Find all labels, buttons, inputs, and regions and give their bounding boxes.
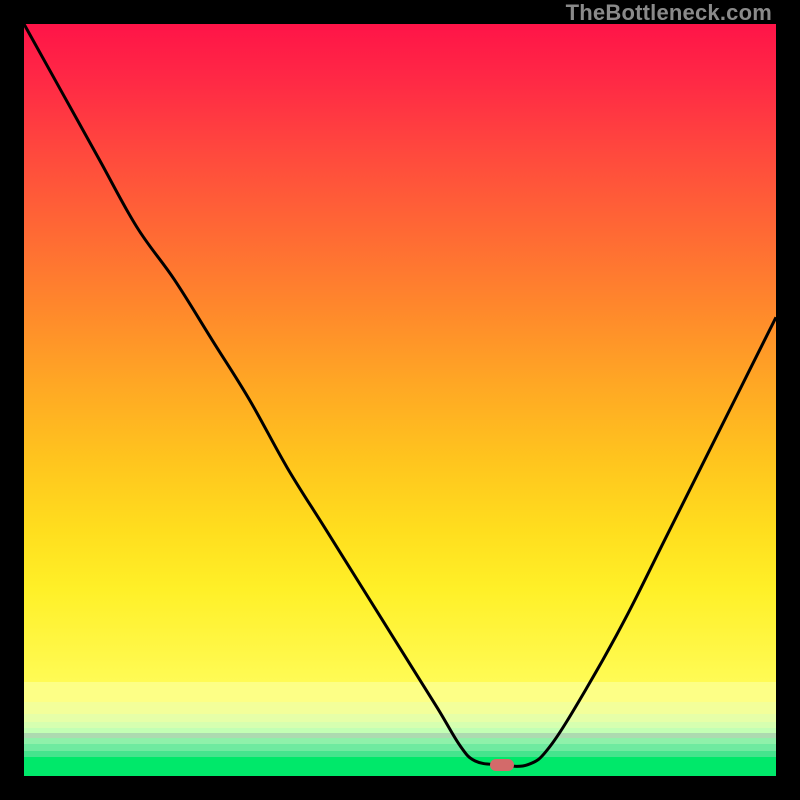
plot-area [24,24,776,776]
watermark-text: TheBottleneck.com [566,0,772,26]
chart-frame: TheBottleneck.com [0,0,800,800]
bottleneck-curve [24,24,776,776]
optimal-marker [490,759,514,771]
curve-path [24,24,776,766]
